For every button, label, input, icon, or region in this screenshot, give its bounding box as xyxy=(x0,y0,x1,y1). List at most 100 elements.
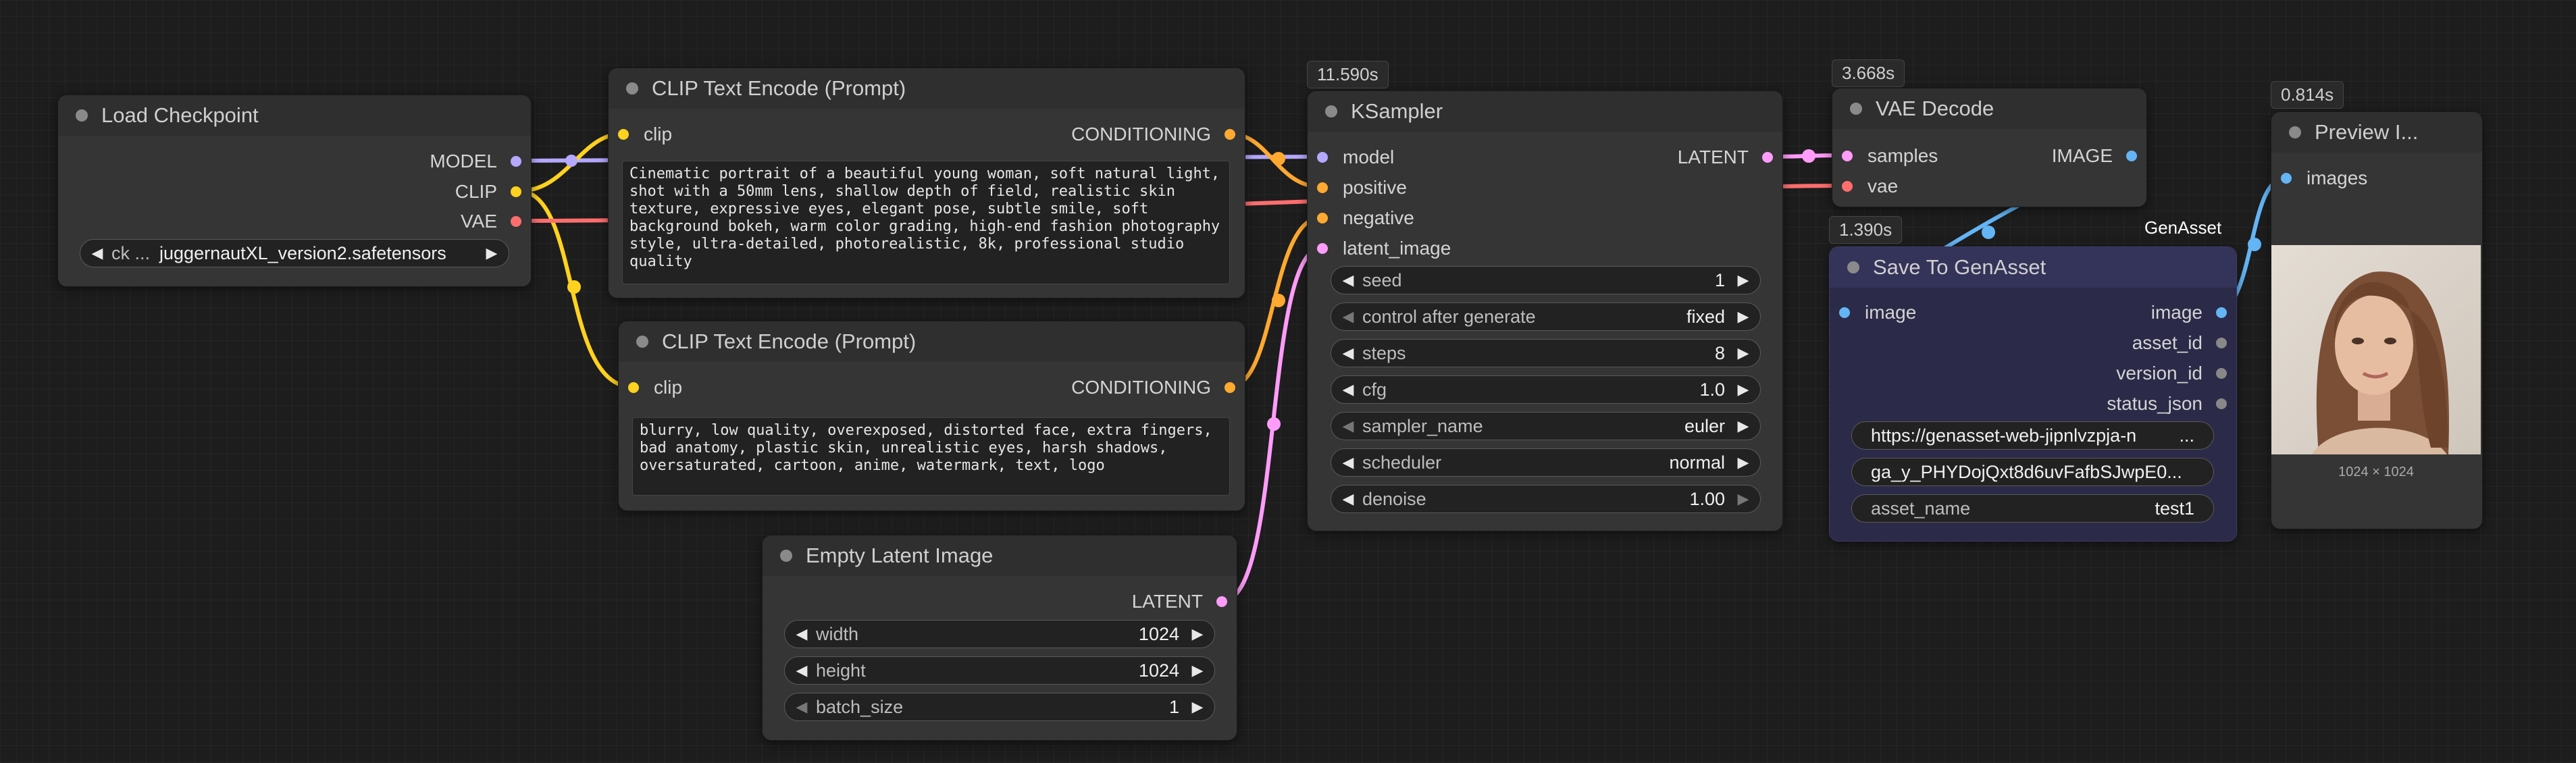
arrow-right-icon[interactable]: ▶ xyxy=(1736,417,1751,435)
height-widget[interactable]: ◀ height 1024 ▶ xyxy=(784,656,1215,685)
ckpt-name-combo[interactable]: ◀ ck ... juggernautXL_version2.safetenso… xyxy=(80,239,509,267)
save-to-genasset-node[interactable]: Save To GenAsset image image asset_id ve… xyxy=(1829,246,2237,542)
load-checkpoint-node[interactable]: Load Checkpoint MODEL CLIP VAE ◀ ck ... … xyxy=(57,95,532,287)
output-dot-icon[interactable] xyxy=(511,156,521,167)
node-title-bar[interactable]: Load Checkpoint xyxy=(58,95,531,136)
collapse-dot-icon[interactable] xyxy=(2289,126,2301,138)
width-widget[interactable]: ◀ width 1024 ▶ xyxy=(784,620,1215,648)
input-dot-icon[interactable] xyxy=(1317,152,1328,163)
output-dot-icon[interactable] xyxy=(2216,307,2227,318)
arrow-left-icon[interactable]: ◀ xyxy=(794,698,809,716)
output-dot-icon[interactable] xyxy=(511,216,521,227)
asset-name-field[interactable]: asset_name test1 xyxy=(1851,494,2214,523)
node-title-bar[interactable]: Preview I... xyxy=(2271,112,2482,153)
input-dot-icon[interactable] xyxy=(1317,243,1328,254)
arrow-left-icon[interactable]: ◀ xyxy=(1341,490,1356,508)
arrow-left-icon[interactable]: ◀ xyxy=(794,662,809,679)
arrow-left-icon[interactable]: ◀ xyxy=(1341,381,1356,398)
output-status-json-slot[interactable]: status_json xyxy=(2107,390,2236,417)
collapse-dot-icon[interactable] xyxy=(1847,261,1859,273)
output-clip-slot[interactable]: CLIP xyxy=(455,178,531,205)
output-dot-icon[interactable] xyxy=(2216,368,2227,379)
node-title-bar[interactable]: CLIP Text Encode (Prompt) xyxy=(609,68,1245,109)
input-dot-icon[interactable] xyxy=(1317,213,1328,223)
node-title-bar[interactable]: CLIP Text Encode (Prompt) xyxy=(619,321,1245,362)
collapse-dot-icon[interactable] xyxy=(626,82,638,95)
arrow-right-icon[interactable]: ▶ xyxy=(1190,662,1205,679)
collapse-dot-icon[interactable] xyxy=(636,336,648,348)
denoise-widget[interactable]: ◀ denoise 1.00 ▶ xyxy=(1331,485,1761,513)
output-dot-icon[interactable] xyxy=(1216,596,1227,607)
preview-thumbnail-image[interactable] xyxy=(2271,245,2481,454)
input-clip-slot[interactable]: clip xyxy=(609,121,672,148)
input-dot-icon[interactable] xyxy=(1842,181,1853,192)
arrow-right-icon[interactable]: ▶ xyxy=(484,244,499,262)
arrow-right-icon[interactable]: ▶ xyxy=(1190,698,1205,716)
clip-text-encode-negative-node[interactable]: CLIP Text Encode (Prompt) clip CONDITION… xyxy=(618,321,1245,511)
output-vae-slot[interactable]: VAE xyxy=(461,208,531,235)
input-positive-slot[interactable]: positive xyxy=(1308,174,1407,201)
vae-decode-node[interactable]: VAE Decode samples vae IMAGE xyxy=(1832,88,2147,207)
api-token-field[interactable]: ga_y_PHYDojQxt8d6uvFafbSJwpE0... xyxy=(1851,458,2214,486)
preview-image-node[interactable]: Preview I... images 1024 × 1024 xyxy=(2271,111,2483,529)
control-after-generate-widget[interactable]: ◀ control after generate fixed ▶ xyxy=(1331,302,1761,331)
ksampler-node[interactable]: KSampler model positive negative latent_… xyxy=(1307,90,1783,531)
input-clip-slot[interactable]: clip xyxy=(619,374,682,401)
input-images-slot[interactable]: images xyxy=(2271,165,2367,192)
arrow-right-icon[interactable]: ▶ xyxy=(1736,344,1751,362)
prompt-textarea[interactable]: blurry, low quality, overexposed, distor… xyxy=(632,417,1230,496)
arrow-left-icon[interactable]: ◀ xyxy=(1341,271,1356,289)
output-image-slot[interactable]: image xyxy=(2151,299,2236,326)
clip-text-encode-positive-node[interactable]: CLIP Text Encode (Prompt) clip CONDITION… xyxy=(608,68,1245,298)
output-dot-icon[interactable] xyxy=(2126,151,2137,161)
input-samples-slot[interactable]: samples xyxy=(1832,142,1938,169)
steps-widget[interactable]: ◀ steps 8 ▶ xyxy=(1331,339,1761,367)
sampler-name-widget[interactable]: ◀ sampler_name euler ▶ xyxy=(1331,412,1761,440)
api-url-field[interactable]: https://genasset-web-jipnlvzpja-n ... xyxy=(1851,421,2214,450)
arrow-left-icon[interactable]: ◀ xyxy=(794,625,809,643)
input-dot-icon[interactable] xyxy=(1839,307,1850,318)
arrow-left-icon[interactable]: ◀ xyxy=(1341,454,1356,471)
prompt-textarea[interactable]: Cinematic portrait of a beautiful young … xyxy=(622,161,1230,284)
output-version-id-slot[interactable]: version_id xyxy=(2116,360,2236,387)
output-model-slot[interactable]: MODEL xyxy=(430,148,531,175)
input-dot-icon[interactable] xyxy=(1317,182,1328,193)
scheduler-widget[interactable]: ◀ scheduler normal ▶ xyxy=(1331,448,1761,477)
input-image-slot[interactable]: image xyxy=(1830,299,1916,326)
input-latent-image-slot[interactable]: latent_image xyxy=(1308,235,1451,262)
collapse-dot-icon[interactable] xyxy=(1325,105,1337,117)
input-dot-icon[interactable] xyxy=(1842,151,1853,161)
arrow-right-icon[interactable]: ▶ xyxy=(1736,454,1751,471)
output-asset-id-slot[interactable]: asset_id xyxy=(2132,330,2236,357)
node-title-bar[interactable]: KSampler xyxy=(1308,91,1782,132)
arrow-right-icon[interactable]: ▶ xyxy=(1736,490,1751,508)
output-dot-icon[interactable] xyxy=(1225,382,1235,393)
output-conditioning-slot[interactable]: CONDITIONING xyxy=(1071,121,1245,148)
batch-size-widget[interactable]: ◀ batch_size 1 ▶ xyxy=(784,693,1215,721)
input-dot-icon[interactable] xyxy=(618,129,629,140)
input-vae-slot[interactable]: vae xyxy=(1832,173,1898,200)
arrow-left-icon[interactable]: ◀ xyxy=(90,244,105,262)
input-model-slot[interactable]: model xyxy=(1308,144,1394,171)
collapse-dot-icon[interactable] xyxy=(780,550,792,562)
arrow-right-icon[interactable]: ▶ xyxy=(1736,308,1751,325)
seed-widget[interactable]: ◀ seed 1 ▶ xyxy=(1331,266,1761,294)
output-dot-icon[interactable] xyxy=(511,186,521,197)
output-dot-icon[interactable] xyxy=(1225,129,1235,140)
arrow-right-icon[interactable]: ▶ xyxy=(1190,625,1205,643)
empty-latent-image-node[interactable]: Empty Latent Image LATENT ◀ width 1024 ▶… xyxy=(762,535,1237,741)
arrow-left-icon[interactable]: ◀ xyxy=(1341,308,1356,325)
output-conditioning-slot[interactable]: CONDITIONING xyxy=(1071,374,1245,401)
arrow-right-icon[interactable]: ▶ xyxy=(1736,381,1751,398)
input-dot-icon[interactable] xyxy=(2281,173,2292,184)
cfg-widget[interactable]: ◀ cfg 1.0 ▶ xyxy=(1331,375,1761,404)
output-dot-icon[interactable] xyxy=(2216,398,2227,409)
output-latent-slot[interactable]: LATENT xyxy=(1678,144,1782,171)
input-dot-icon[interactable] xyxy=(628,382,639,393)
arrow-right-icon[interactable]: ▶ xyxy=(1736,271,1751,289)
arrow-left-icon[interactable]: ◀ xyxy=(1341,344,1356,362)
collapse-dot-icon[interactable] xyxy=(76,109,88,122)
output-image-slot[interactable]: IMAGE xyxy=(2052,142,2146,169)
input-negative-slot[interactable]: negative xyxy=(1308,205,1414,232)
output-dot-icon[interactable] xyxy=(1762,152,1773,163)
